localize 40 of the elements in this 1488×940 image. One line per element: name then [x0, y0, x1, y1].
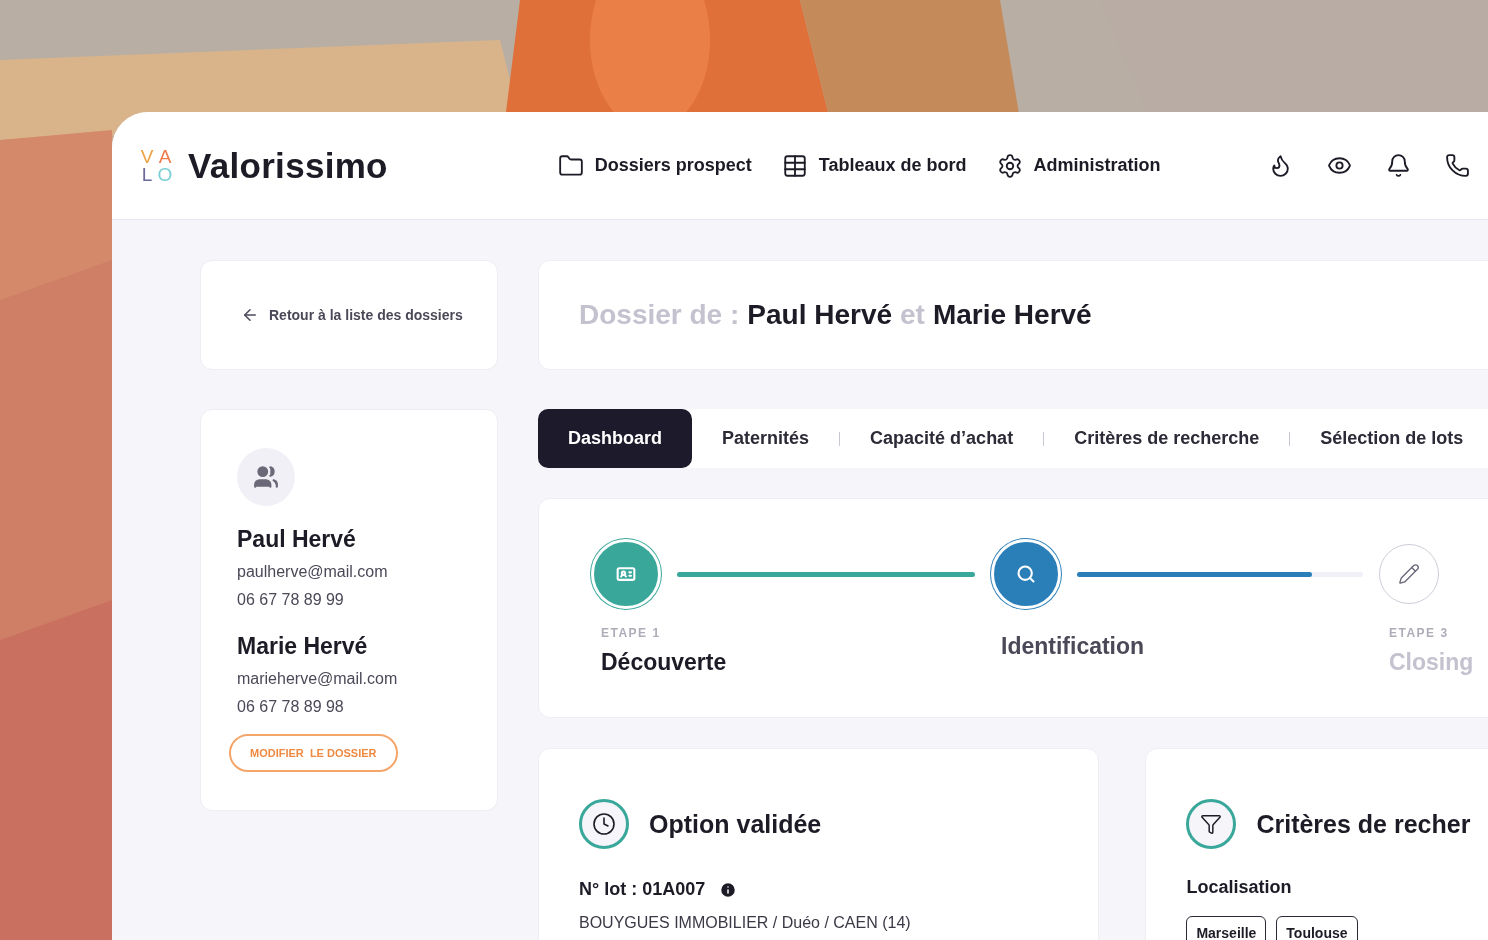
filter-icon — [1186, 799, 1237, 849]
step-id-card-icon — [591, 539, 661, 609]
tab[interactable]: Sélection de lots — [1290, 409, 1488, 468]
step-search-icon — [991, 539, 1061, 609]
location-tag: Toulouse — [1276, 916, 1358, 940]
info-icon[interactable] — [719, 880, 738, 899]
folder-icon — [557, 152, 584, 179]
contact-email: marieherve@mail.com — [237, 670, 399, 688]
step-title: Découverte — [601, 648, 727, 677]
dossier-title: Dossier de : Paul Hervé et Marie Hervé — [579, 299, 1092, 331]
card-title: Critères de recher — [1256, 809, 1471, 839]
brand-name: Valorissimo — [188, 145, 388, 186]
contact-phone: 06 67 78 89 98 — [237, 698, 345, 716]
gear-icon — [996, 152, 1023, 179]
logo: V A L O — [139, 147, 174, 184]
tab[interactable]: Capacité d’achat — [840, 409, 1044, 468]
table-icon — [781, 152, 808, 179]
tab[interactable]: Dashboard — [538, 409, 693, 468]
lot-number: N° lot : 01A007 — [579, 879, 706, 900]
phone-button[interactable] — [1445, 153, 1470, 178]
clock-icon — [579, 799, 629, 849]
step-caption: ETAPE 1 — [601, 625, 661, 641]
nav-link[interactable]: Tableaux de bord — [781, 152, 967, 179]
lot-description: BOUYGUES IMMOBILIER / Duéo / CAEN (14) — [579, 914, 912, 932]
section-label: Localisation — [1186, 877, 1293, 898]
contact-phone: 06 67 78 89 99 — [237, 591, 345, 609]
nav-link[interactable]: Dossiers prospect — [557, 152, 752, 179]
back-link[interactable]: Retour à la liste des dossiers — [241, 306, 463, 324]
tab[interactable]: Paternités — [692, 409, 840, 468]
card-title: Option validée — [649, 809, 822, 839]
contact-name: Marie Hervé — [237, 633, 369, 660]
step-title: Closing — [1389, 648, 1474, 677]
nav-link[interactable]: Administration — [996, 152, 1161, 179]
contact-name: Paul Hervé — [237, 526, 357, 553]
notifications-button[interactable] — [1386, 153, 1411, 178]
tab[interactable]: Critères de recherche — [1044, 409, 1290, 468]
step-title: Identification — [1001, 632, 1145, 661]
step-caption: ETAPE 3 — [1389, 625, 1449, 641]
location-tag: Marseille — [1186, 916, 1267, 940]
contact-email: paulherve@mail.com — [237, 563, 389, 581]
